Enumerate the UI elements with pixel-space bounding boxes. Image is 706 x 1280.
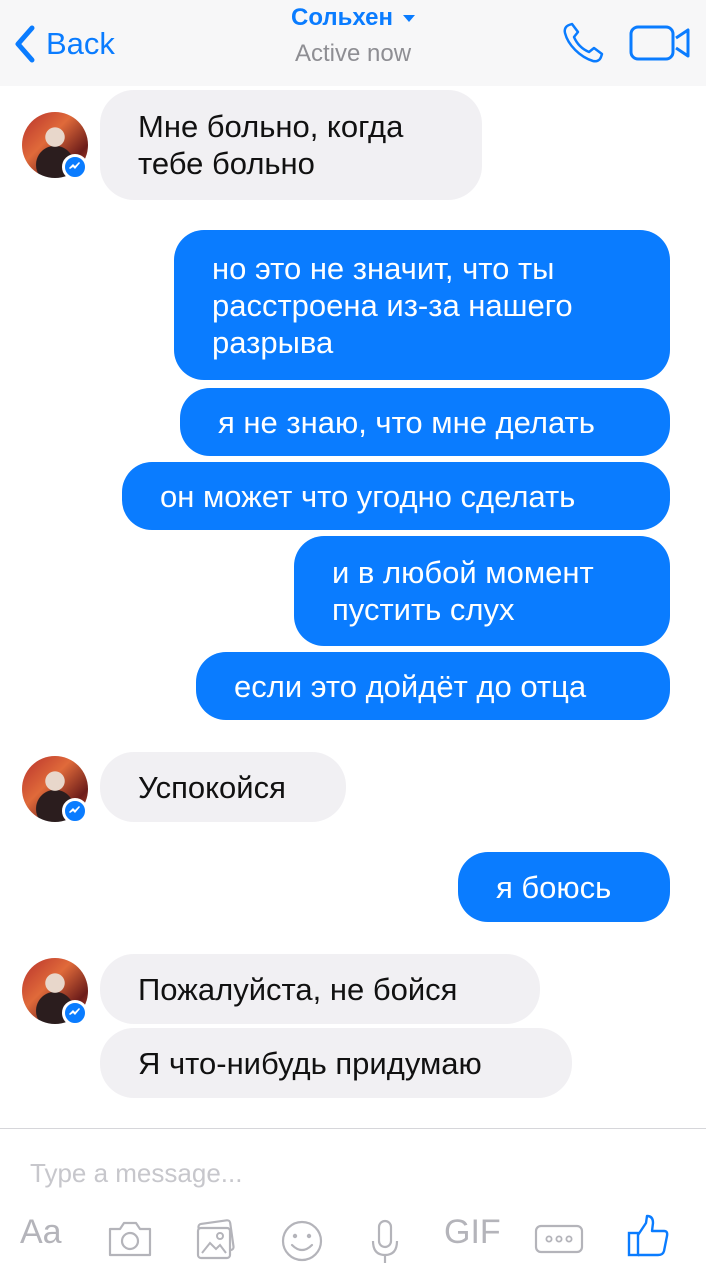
message-text: и в любой момент пустить слух (332, 555, 594, 627)
message-text: Мне больно, когда тебе больно (138, 109, 404, 181)
more-button[interactable] (534, 1223, 584, 1255)
message-input[interactable] (30, 1155, 670, 1191)
emoji-button[interactable] (280, 1219, 324, 1263)
messenger-icon (62, 1000, 88, 1026)
chevron-down-icon (403, 14, 415, 22)
text-format-label: Aa (20, 1213, 62, 1251)
camera-button[interactable] (106, 1219, 154, 1259)
gif-button[interactable]: GIF (444, 1213, 501, 1252)
message-bubble-outgoing[interactable]: он может что угодно сделать (122, 462, 670, 530)
messenger-icon (62, 798, 88, 824)
contact-name: Сольхен (291, 4, 393, 31)
message-bubble-incoming[interactable]: Успокойся (100, 752, 346, 822)
gallery-icon (196, 1219, 235, 1260)
message-text: Я что-нибудь придумаю (138, 1045, 482, 1081)
message-composer: Aa (0, 1128, 706, 1280)
message-bubble-incoming[interactable]: Пожалуйста, не бойся (100, 954, 540, 1024)
text-format-button[interactable]: Aa (20, 1213, 62, 1252)
message-bubble-incoming[interactable]: Мне больно, когда тебе больно (100, 90, 482, 200)
camera-icon (108, 1221, 152, 1257)
gif-label: GIF (444, 1213, 501, 1251)
message-bubble-outgoing[interactable]: и в любой момент пустить слух (294, 536, 670, 646)
message-text: Успокойся (138, 769, 286, 805)
message-text: я боюсь (496, 869, 612, 905)
message-bubble-outgoing[interactable]: но это не значит, что ты расстроена из-з… (174, 230, 670, 380)
message-bubble-outgoing[interactable]: я боюсь (458, 852, 670, 922)
call-icon (563, 22, 604, 63)
message-text: Пожалуйста, не бойся (138, 971, 458, 1007)
message-bubble-incoming[interactable]: Я что-нибудь придумаю (100, 1028, 572, 1098)
video-call-button[interactable] (628, 22, 694, 64)
voice-message-button[interactable] (370, 1219, 400, 1265)
gallery-button[interactable] (192, 1219, 238, 1261)
like-icon (627, 1214, 669, 1257)
microphone-icon (371, 1219, 399, 1263)
more-icon (534, 1224, 584, 1254)
message-text: я не знаю, что мне делать (218, 404, 595, 440)
message-text: но это не значит, что ты расстроена из-з… (212, 250, 573, 360)
video-call-icon (629, 25, 690, 61)
message-bubble-outgoing[interactable]: если это дойдёт до отца (196, 652, 670, 720)
call-button[interactable] (560, 20, 606, 66)
emoji-icon (281, 1220, 323, 1262)
message-text: он может что угодно сделать (160, 478, 576, 514)
message-bubble-outgoing[interactable]: я не знаю, что мне делать (180, 388, 670, 456)
message-text: если это дойдёт до отца (234, 668, 587, 704)
like-button[interactable] (626, 1213, 670, 1259)
composer-toolbar: Aa GIF (0, 1211, 706, 1271)
conversation-header: Back Сольхен Active now (0, 0, 706, 86)
messenger-icon (62, 154, 88, 180)
